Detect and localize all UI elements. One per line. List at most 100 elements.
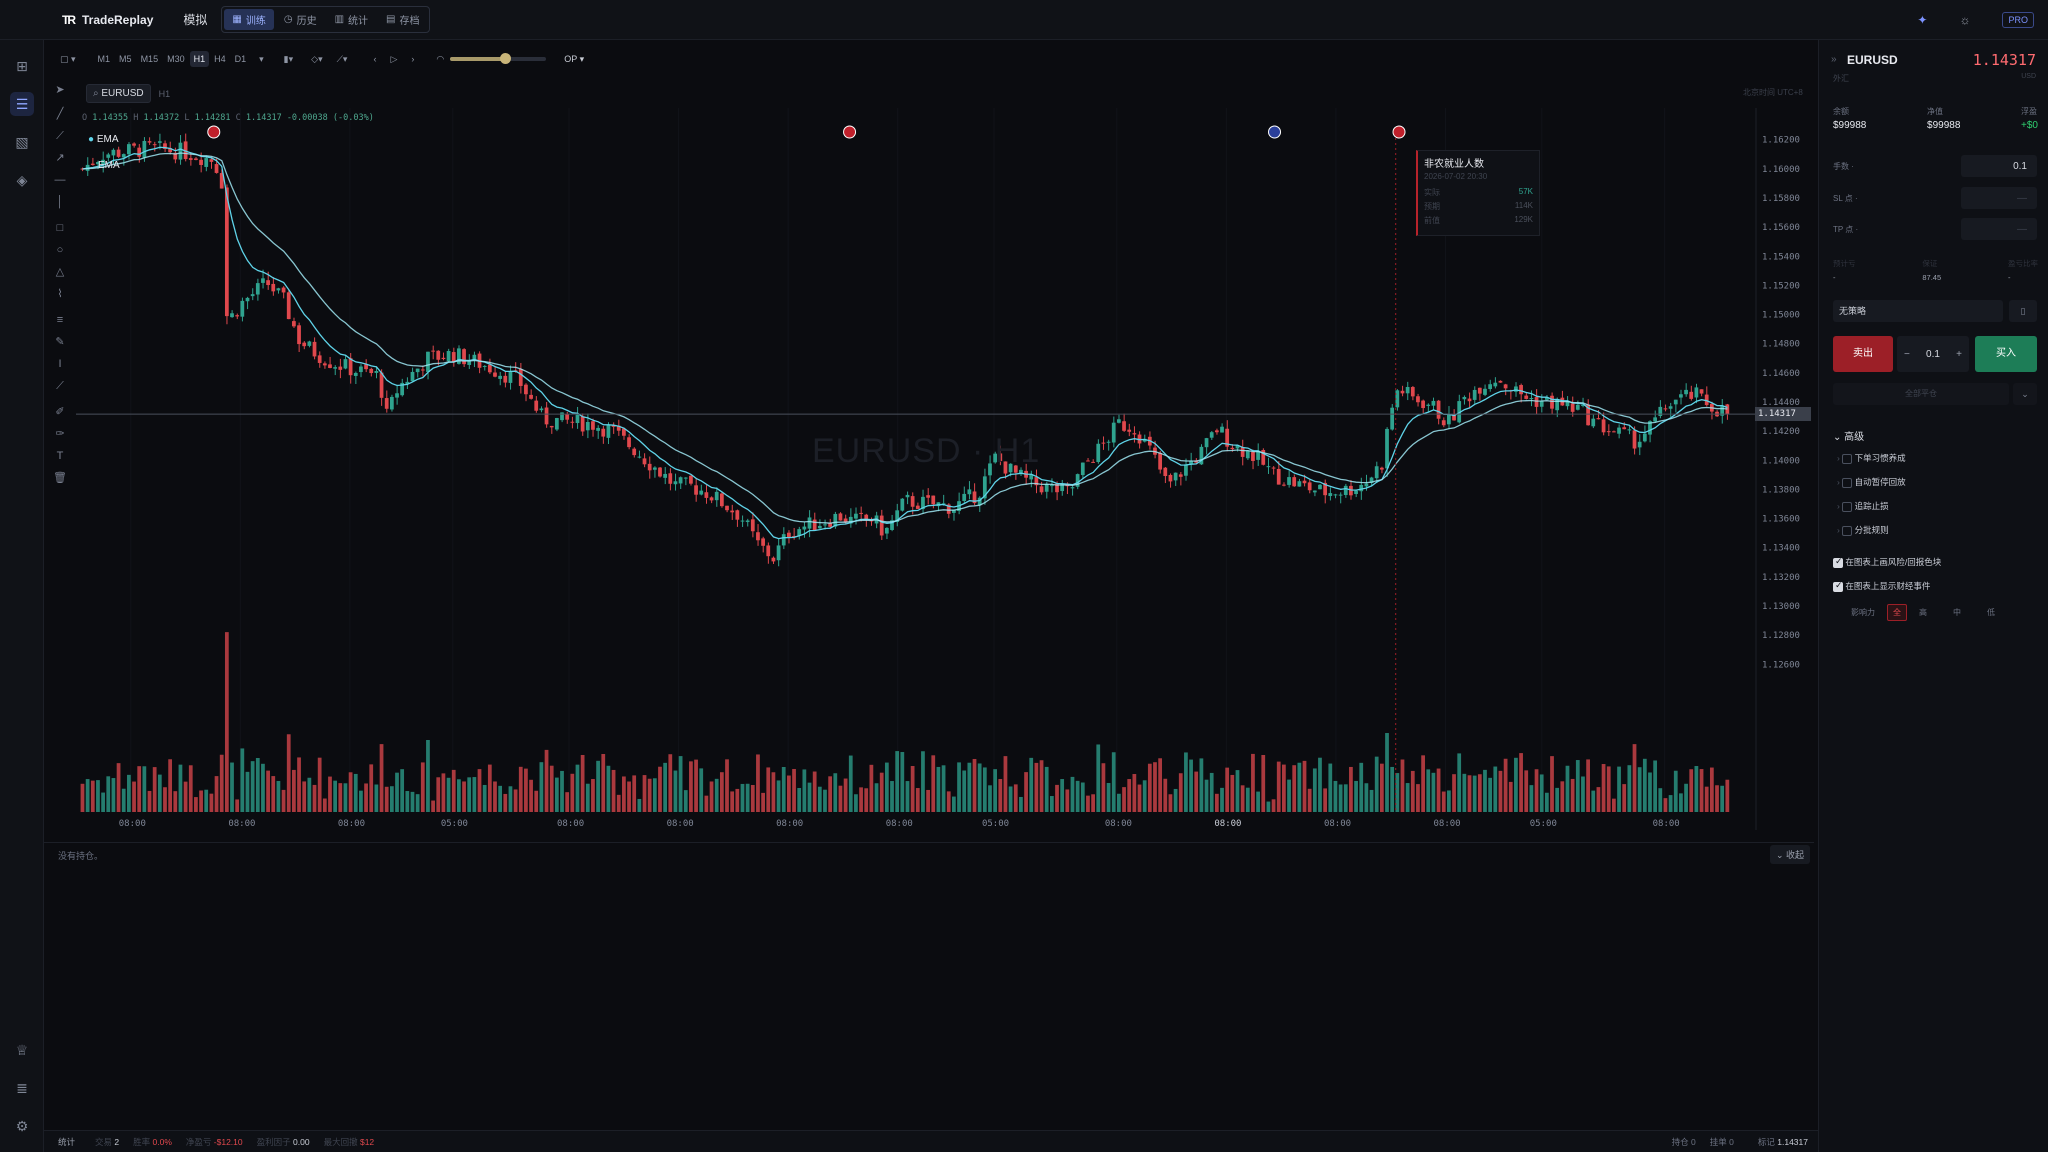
candle-body bbox=[503, 375, 508, 383]
partial-checkbox[interactable] bbox=[1842, 525, 1853, 536]
sell-button[interactable]: 卖出 bbox=[1833, 336, 1893, 372]
volume-bar bbox=[823, 789, 827, 812]
candle-body bbox=[1591, 418, 1596, 427]
volume-bar bbox=[1173, 788, 1178, 812]
price-chart[interactable]: 1.16200 1.16000 1.15800 1.15600 1.15400 1.152… bbox=[0, 0, 2048, 842]
y-tick-label: 1.15800 bbox=[1762, 194, 1800, 204]
candle-body bbox=[1467, 398, 1472, 402]
volume-bar bbox=[1699, 769, 1704, 812]
volume-bar bbox=[1261, 754, 1266, 812]
volume-bar bbox=[1302, 760, 1307, 812]
option-risk-reward[interactable]: 在图表上画风险/回报色块 bbox=[1833, 556, 1941, 568]
buy-button[interactable]: 买入 bbox=[1975, 336, 2037, 372]
habit-checkbox[interactable] bbox=[1842, 453, 1853, 464]
strategy-select[interactable]: 无策略 bbox=[1833, 300, 2003, 322]
advanced-item-autopause[interactable]: › 自动暂停回放 bbox=[1837, 476, 1906, 488]
volume-bar bbox=[503, 793, 508, 812]
candle-body bbox=[714, 491, 719, 501]
volume-bar bbox=[1256, 791, 1260, 812]
volume-bar bbox=[1586, 759, 1590, 812]
candle-body bbox=[1209, 432, 1214, 438]
ema-legend-2[interactable]: EMA bbox=[98, 160, 120, 171]
candle-body bbox=[389, 396, 394, 410]
candle-body bbox=[1070, 487, 1075, 489]
positions-panel: 没有持仓。 ⌄ 收起 bbox=[44, 842, 1814, 864]
x-tick-label: 08:00 bbox=[1324, 819, 1351, 829]
volume-bar bbox=[415, 794, 420, 812]
y-tick-label: 1.14000 bbox=[1762, 456, 1800, 466]
econ-events-checkbox[interactable] bbox=[1833, 580, 1843, 592]
increment-button[interactable]: + bbox=[1956, 349, 1962, 360]
y-tick-label: 1.12600 bbox=[1762, 660, 1800, 670]
notes-icon[interactable]: ▯ bbox=[2009, 300, 2037, 322]
sl-input[interactable]: — bbox=[1961, 187, 2037, 209]
candle-body bbox=[1622, 427, 1627, 430]
candle-body bbox=[1514, 386, 1518, 392]
candle-body bbox=[199, 159, 203, 165]
lots-input[interactable]: 0.1 bbox=[1961, 155, 2037, 177]
volume-bar bbox=[1343, 784, 1348, 812]
volume-bar bbox=[807, 782, 812, 812]
advanced-item-trailing[interactable]: › 追踪止损 bbox=[1837, 500, 1889, 512]
volume-bar bbox=[1230, 774, 1235, 812]
option-econ-events[interactable]: 在图表上显示财经事件 bbox=[1833, 580, 1930, 592]
volume-bar bbox=[379, 744, 384, 812]
volume-bar bbox=[245, 771, 250, 812]
volume-bar bbox=[1441, 791, 1446, 812]
candle-body bbox=[1503, 384, 1508, 389]
impact-low[interactable]: 低 bbox=[1987, 607, 1995, 618]
candle-body bbox=[451, 352, 456, 363]
settings-icon[interactable]: ⚙ bbox=[10, 1114, 34, 1138]
impact-high[interactable]: 高 bbox=[1919, 607, 1927, 618]
volume-bar bbox=[276, 780, 281, 812]
impact-medium[interactable]: 中 bbox=[1953, 607, 1961, 618]
volume-bar bbox=[199, 790, 203, 812]
candle-body bbox=[879, 515, 884, 536]
volume-bar bbox=[1560, 781, 1565, 812]
risk-stats: 预计亏 - 保证 87.45 盈亏比率 - bbox=[1833, 258, 2038, 282]
advanced-header[interactable]: ⌄ 高级 bbox=[1833, 428, 1864, 443]
order-panel: » EURUSD 外汇 1.14317 USD 余额 $99988 净值 $9998… bbox=[1818, 40, 2048, 1152]
candle-body bbox=[1668, 406, 1673, 409]
decrement-button[interactable]: − bbox=[1904, 349, 1910, 360]
advanced-item-partial[interactable]: › 分批规则 bbox=[1837, 524, 1889, 536]
trailing-checkbox[interactable] bbox=[1842, 501, 1853, 512]
tp-input[interactable]: — bbox=[1961, 218, 2037, 240]
advanced-item-habit[interactable]: › 下单习惯养成 bbox=[1837, 452, 1906, 464]
close-all-menu-icon[interactable]: ⌄ bbox=[2013, 383, 2037, 405]
autopause-checkbox[interactable] bbox=[1842, 477, 1853, 488]
expand-icon[interactable]: » bbox=[1831, 54, 1837, 65]
collapse-button[interactable]: ⌄ 收起 bbox=[1769, 845, 1810, 864]
volume-bar bbox=[828, 776, 833, 812]
volume-bar bbox=[637, 798, 642, 812]
volume-bar bbox=[1323, 788, 1328, 812]
volume-bar bbox=[1086, 795, 1090, 812]
candle-body bbox=[1704, 394, 1709, 406]
volume-bar bbox=[307, 777, 312, 812]
candle-body bbox=[1426, 404, 1431, 406]
event-flag-icon bbox=[843, 125, 857, 139]
candle-body bbox=[771, 557, 776, 562]
candle-body bbox=[1338, 494, 1343, 496]
database-icon[interactable]: ≣ bbox=[10, 1076, 34, 1100]
volume-bar bbox=[188, 765, 193, 812]
candle-body bbox=[1359, 484, 1364, 492]
qty-stepper[interactable]: −0.1 + bbox=[1897, 336, 1969, 372]
candle-body bbox=[152, 144, 157, 146]
volume-bar bbox=[1524, 770, 1529, 812]
volume-bar bbox=[1039, 760, 1044, 812]
volume-bar bbox=[1436, 768, 1441, 812]
candle-body bbox=[487, 364, 492, 373]
symbol-selector[interactable]: ⌕ EURUSD H1 bbox=[86, 84, 170, 103]
trophy-icon[interactable]: ♕ bbox=[10, 1038, 34, 1062]
volume-bar bbox=[1565, 765, 1570, 812]
volume-bar bbox=[632, 775, 637, 812]
ema-legend-1[interactable]: ● EMA bbox=[88, 134, 119, 145]
close-all-button[interactable]: 全部平仓 bbox=[1833, 383, 2009, 405]
risk-reward-checkbox[interactable] bbox=[1833, 556, 1843, 568]
y-tick-label: 1.13800 bbox=[1762, 485, 1800, 495]
impact-all[interactable]: 全 bbox=[1887, 604, 1907, 621]
volume-bar bbox=[616, 794, 621, 812]
volume-bar bbox=[1694, 766, 1699, 812]
volume-bar bbox=[936, 766, 941, 812]
